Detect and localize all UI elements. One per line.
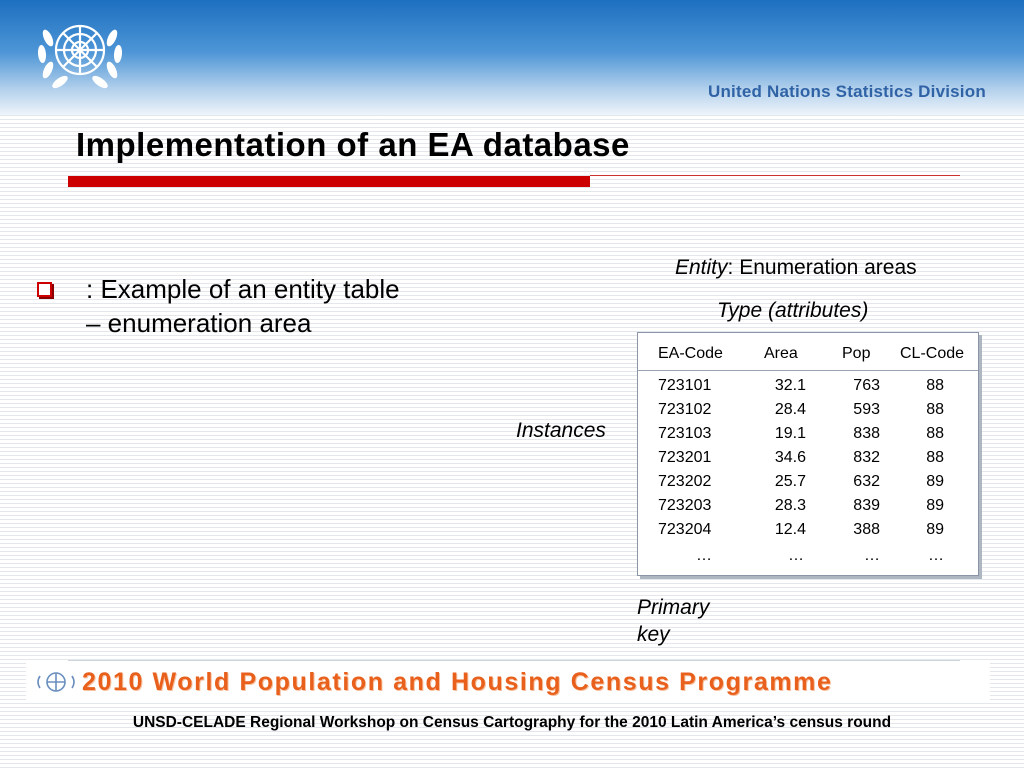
cell-ea-code: 723202: [658, 473, 712, 490]
column-header-area: Area: [764, 345, 798, 362]
cell-cl-code: …: [928, 547, 944, 564]
cell-ea-code: 723101: [658, 377, 712, 394]
entity-table: EA-Code Area Pop CL-Code 723101 32.1 763…: [637, 332, 979, 576]
column-header-ea-code: EA-Code: [658, 345, 723, 362]
entity-caption-label: Entity: [675, 256, 728, 279]
cell-pop: 839: [853, 497, 880, 514]
square-bullet-icon: [37, 282, 52, 297]
type-caption: Type (attributes): [717, 299, 869, 322]
cell-area: 28.3: [774, 497, 806, 514]
cell-cl-code: 88: [926, 401, 944, 418]
cell-ea-code: 723102: [658, 401, 712, 418]
cell-pop: 838: [853, 425, 880, 442]
table-row-ellipsis: … … … …: [638, 547, 978, 571]
cell-pop: 832: [853, 449, 880, 466]
un-emblem-icon: [37, 24, 123, 89]
cell-pop: 632: [853, 473, 880, 490]
division-name: United Nations Statistics Division: [708, 82, 986, 101]
page-title: Implementation of an EA database: [76, 126, 630, 163]
table-row: 723203 28.3 839 89: [638, 497, 978, 521]
cell-pop: 388: [853, 521, 880, 538]
cell-area: 28.4: [774, 401, 806, 418]
bullet-line-1: : Example of an entity table: [86, 274, 400, 304]
bullet-line-2: – enumeration area: [86, 308, 312, 338]
cell-cl-code: 88: [926, 449, 944, 466]
cell-pop: 593: [853, 401, 880, 418]
table-row: 723202 25.7 632 89: [638, 473, 978, 497]
cell-ea-code: …: [696, 547, 712, 564]
cell-area: 34.6: [774, 449, 806, 466]
cell-cl-code: 88: [926, 377, 944, 394]
table-row: 723201 34.6 832 88: [638, 449, 978, 473]
header-band: United Nations Statistics Division: [0, 0, 1024, 115]
table-row: 723204 12.4 388 89: [638, 521, 978, 545]
cell-cl-code: 88: [926, 425, 944, 442]
census-emblem-icon: [37, 672, 75, 692]
table-row: 723102 28.4 593 88: [638, 401, 978, 425]
entity-caption-value: : Enumeration areas: [727, 256, 917, 279]
instances-label: Instances: [516, 419, 606, 442]
cell-cl-code: 89: [926, 497, 944, 514]
entity-caption: Entity: Enumeration areas: [675, 256, 917, 280]
footer-rule: [68, 660, 960, 661]
table-row: 723101 32.1 763 88: [638, 377, 978, 401]
cell-pop: 763: [853, 377, 880, 394]
workshop-footer: UNSD-CELADE Regional Workshop on Census …: [132, 714, 892, 731]
cell-area: 25.7: [774, 473, 806, 490]
cell-cl-code: 89: [926, 521, 944, 538]
column-header-cl-code: CL-Code: [900, 345, 965, 362]
cell-area: 12.4: [774, 521, 806, 538]
column-header-pop: Pop: [842, 345, 871, 362]
bullet-text: : Example of an entity table – enumerati…: [86, 272, 516, 340]
cell-ea-code: 723103: [658, 425, 712, 442]
table-header-rule: [638, 370, 978, 371]
title-rule: [68, 176, 590, 187]
cell-area: …: [788, 547, 804, 564]
title-rule-thin: [590, 175, 960, 176]
census-programme-banner: 2010 World Population and Housing Census…: [82, 668, 833, 696]
cell-area: 19.1: [774, 425, 806, 442]
cell-ea-code: 723201: [658, 449, 712, 466]
primary-key-label: Primary key: [637, 596, 710, 646]
cell-ea-code: 723204: [658, 521, 712, 538]
cell-area: 32.1: [774, 377, 806, 394]
cell-ea-code: 723203: [658, 497, 712, 514]
cell-pop: …: [864, 547, 880, 564]
table-row: 723103 19.1 838 88: [638, 425, 978, 449]
cell-cl-code: 89: [926, 473, 944, 490]
